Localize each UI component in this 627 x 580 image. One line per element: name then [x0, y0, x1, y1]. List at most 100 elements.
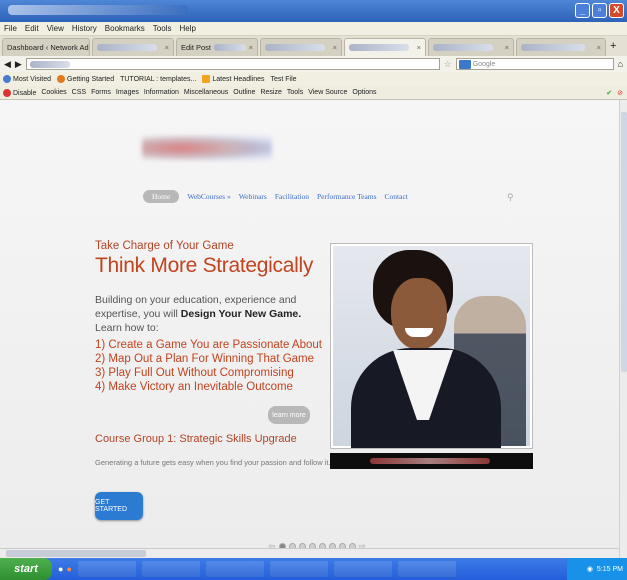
intro-text: Learn how to:	[95, 322, 159, 334]
close-window-button[interactable]: X	[609, 3, 624, 18]
horizontal-scrollbar[interactable]	[0, 548, 619, 558]
new-tab-icon[interactable]: +	[608, 38, 618, 56]
menu-edit[interactable]: Edit	[25, 24, 39, 33]
taskbar-item[interactable]	[205, 561, 264, 577]
scrollbar-thumb[interactable]	[621, 112, 627, 372]
devbar-resize[interactable]: Resize	[260, 89, 281, 96]
blurred-url	[29, 60, 70, 68]
tab-dashboard[interactable]: Dashboard ‹ Network Admin ...×	[2, 38, 90, 56]
window-titlebar: _ ▫ X	[0, 0, 627, 22]
taskbar-item[interactable]	[141, 561, 200, 577]
step-item: 1) Create a Game You are Passionate Abou…	[95, 339, 322, 351]
navigation-toolbar: ◀ ▶ ☆ Google ⌂	[0, 56, 627, 72]
rss-icon	[202, 75, 211, 83]
bookmark-getting-started[interactable]: Getting Started	[57, 75, 114, 83]
close-tab-icon[interactable]: ×	[417, 43, 421, 52]
star-icon[interactable]: ☆	[444, 59, 452, 70]
close-tab-icon[interactable]: ×	[165, 43, 169, 52]
devbar-label: Disable	[13, 89, 37, 97]
bookmark-test-file[interactable]: Test File	[271, 76, 297, 83]
menu-bookmarks[interactable]: Bookmarks	[105, 24, 145, 33]
start-button[interactable]: start	[0, 558, 52, 580]
intro-bold: Design Your New Game.	[180, 308, 302, 320]
quicklaunch-icon[interactable]: ●	[66, 564, 71, 574]
taskbar-item[interactable]	[269, 561, 328, 577]
menu-file[interactable]: File	[4, 24, 17, 33]
devbar-view-source[interactable]: View Source	[308, 89, 347, 96]
check-icon: ✔	[606, 89, 613, 97]
close-tab-icon[interactable]: ×	[333, 43, 337, 52]
taskbar-item[interactable]	[333, 561, 392, 577]
devbar-css[interactable]: CSS	[72, 89, 86, 96]
home-icon[interactable]: ⌂	[618, 59, 623, 69]
close-tab-icon[interactable]: ×	[249, 43, 253, 52]
nav-performance-teams[interactable]: Performance Teams	[317, 192, 377, 201]
menu-help[interactable]: Help	[179, 24, 195, 33]
tray-icon[interactable]: ◉	[587, 565, 593, 573]
quicklaunch-icon[interactable]: ●	[58, 564, 63, 574]
menu-history[interactable]: History	[72, 24, 97, 33]
menu-view[interactable]: View	[47, 24, 64, 33]
tab-4[interactable]: ×	[260, 38, 342, 56]
error-icon: ⊘	[617, 89, 623, 97]
devbar-cookies[interactable]: Cookies	[41, 89, 66, 96]
devbar-options[interactable]: Options	[352, 89, 376, 96]
tab-7[interactable]: ×	[516, 38, 606, 56]
back-icon[interactable]: ◀	[4, 59, 11, 70]
site-navigation: Home WebCourses » Webinars Facilitation …	[143, 190, 408, 203]
close-tab-icon[interactable]: ×	[505, 43, 509, 52]
window-title	[8, 5, 188, 15]
vertical-scrollbar[interactable]	[619, 100, 627, 558]
tab-6[interactable]: ×	[428, 38, 514, 56]
hero-intro: Building on your education, experience a…	[95, 293, 315, 335]
bookmark-latest-headlines[interactable]: Latest Headlines	[202, 75, 265, 83]
close-tab-icon[interactable]: ×	[597, 43, 601, 52]
tab-edit-post[interactable]: Edit Post ×	[176, 38, 258, 56]
blurred-tab-title	[97, 44, 157, 51]
taskbar-item[interactable]	[77, 561, 136, 577]
site-logo[interactable]	[142, 134, 272, 162]
bookmark-most-visited[interactable]: Most Visited	[3, 75, 51, 83]
bookmark-tutorial[interactable]: TUTORIAL : templates...	[120, 76, 196, 83]
get-started-button[interactable]: GET STARTED	[95, 492, 143, 520]
bookmark-label: TUTORIAL : templates...	[120, 75, 197, 83]
tab-2[interactable]: ×	[92, 38, 174, 56]
bookmark-label: Getting Started	[67, 75, 115, 83]
step-item: 3) Play Full Out Without Compromising	[95, 367, 294, 379]
step-item: 2) Map Out a Plan For Winning That Game	[95, 353, 315, 365]
nav-home[interactable]: Home	[143, 190, 180, 203]
firefox-icon	[57, 75, 65, 83]
nav-webinars[interactable]: Webinars	[239, 192, 267, 201]
bookmark-label: Most Visited	[13, 75, 51, 83]
nav-facilitation[interactable]: Facilitation	[275, 192, 309, 201]
devbar-forms[interactable]: Forms	[91, 89, 111, 96]
hero-headline: Think More Strategically	[95, 254, 314, 277]
taskbar-item[interactable]	[397, 561, 456, 577]
blurred-tab-title	[349, 44, 409, 51]
web-page: Home WebCourses » Webinars Facilitation …	[0, 100, 619, 558]
learn-more-button[interactable]: learn more	[268, 406, 310, 424]
devbar-information[interactable]: Information	[144, 89, 179, 96]
scrollbar-thumb[interactable]	[6, 550, 146, 557]
tab-bar: Dashboard ‹ Network Admin ...× × Edit Po…	[0, 36, 627, 56]
devbar-miscellaneous[interactable]: Miscellaneous	[184, 89, 228, 96]
bookmark-label: Latest Headlines	[212, 75, 265, 83]
menu-bar: File Edit View History Bookmarks Tools H…	[0, 22, 627, 36]
devbar-disable[interactable]: Disable	[3, 88, 37, 97]
clock: 5:15 PM	[596, 565, 623, 573]
tab-label: Dashboard ‹ Network Admin ...	[7, 43, 89, 52]
devbar-outline[interactable]: Outline	[233, 89, 255, 96]
minimize-button[interactable]: _	[575, 3, 590, 18]
devbar-images[interactable]: Images	[116, 89, 139, 96]
tab-active[interactable]: ×	[344, 38, 426, 56]
blurred-tab-title	[214, 44, 246, 51]
search-icon[interactable]: ⚲	[507, 192, 514, 203]
url-field[interactable]	[25, 58, 440, 70]
devbar-tools[interactable]: Tools	[287, 89, 303, 96]
nav-contact[interactable]: Contact	[385, 192, 408, 201]
forward-icon[interactable]: ▶	[15, 59, 22, 70]
nav-webcourses[interactable]: WebCourses »	[187, 192, 230, 201]
maximize-button[interactable]: ▫	[592, 3, 607, 18]
menu-tools[interactable]: Tools	[153, 24, 172, 33]
search-field[interactable]: Google	[455, 58, 614, 70]
